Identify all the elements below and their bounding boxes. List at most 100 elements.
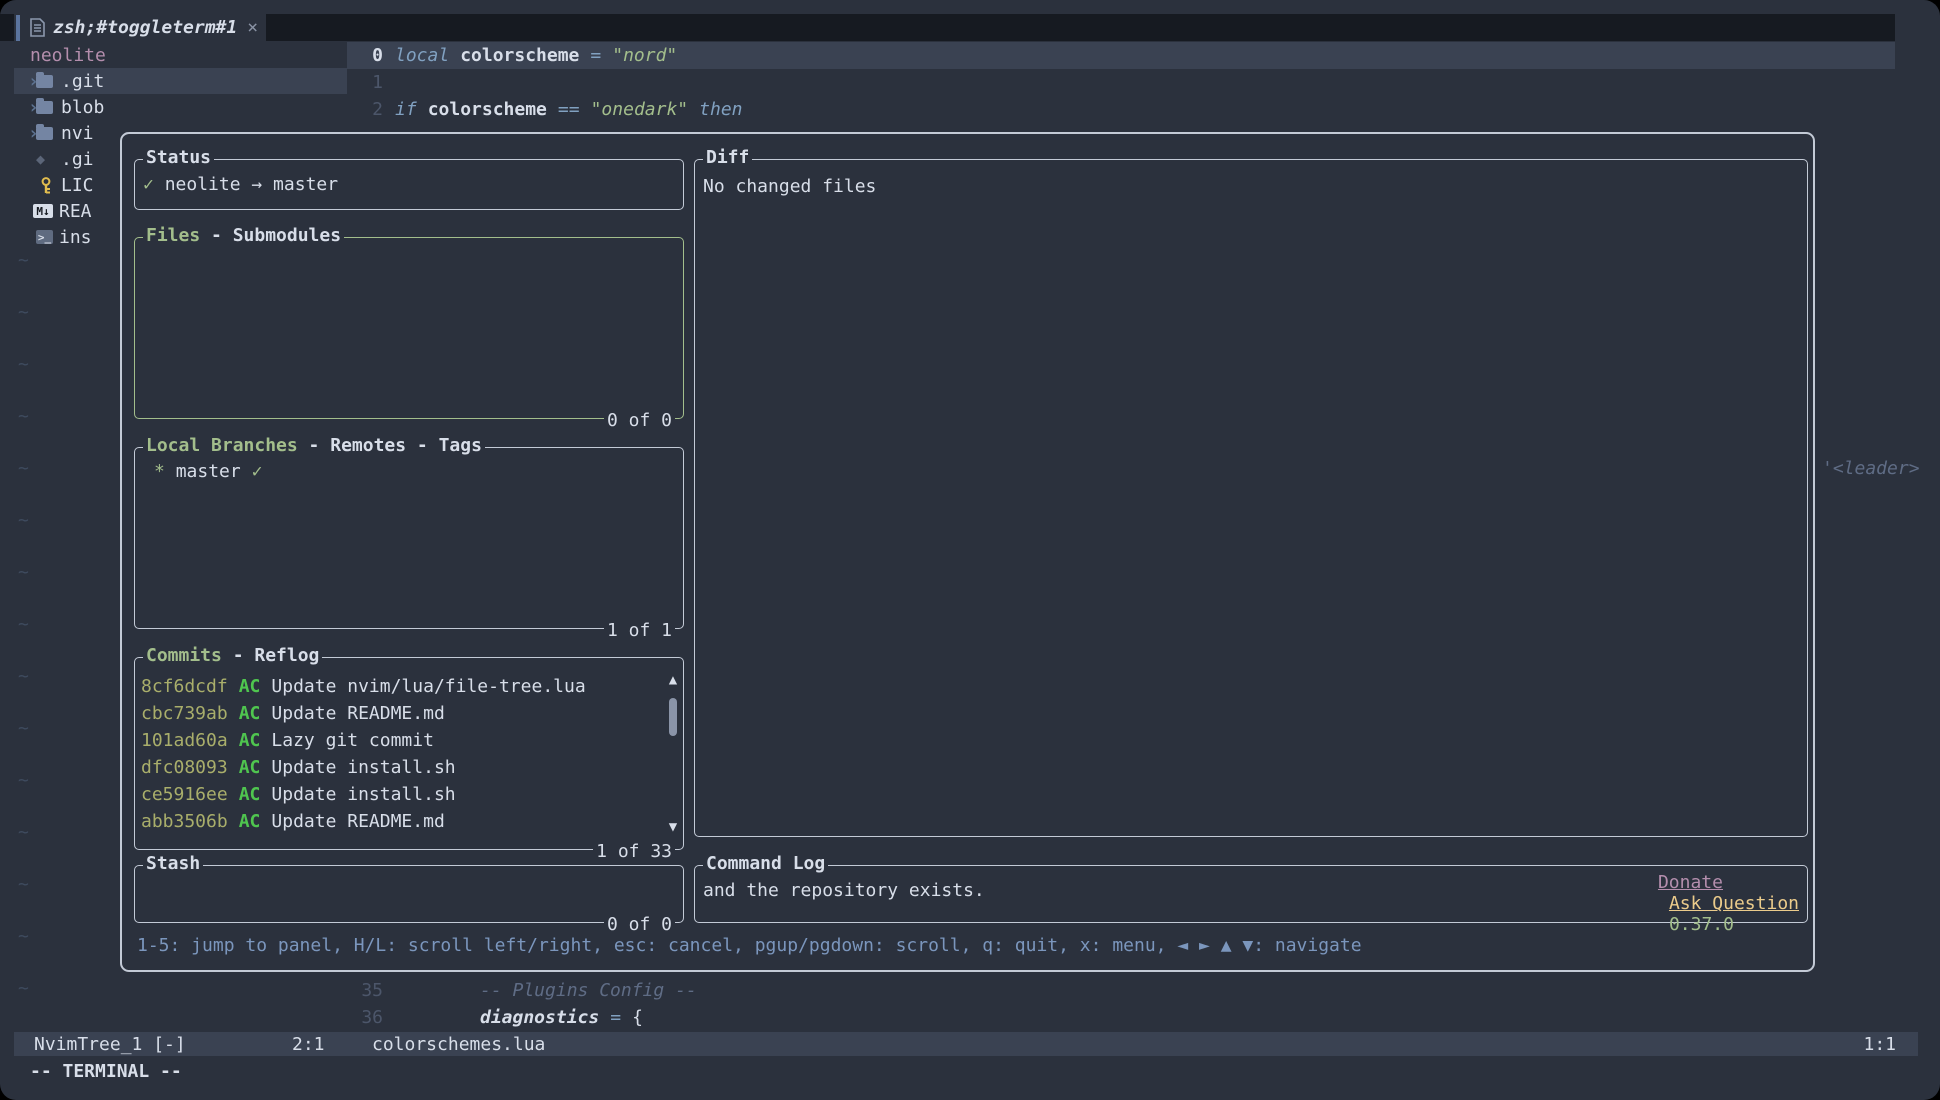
- tilde-marker: ~: [18, 510, 29, 536]
- commit-hash: 8cf6dcdf: [141, 676, 228, 697]
- tilde-marker: ~: [18, 562, 29, 588]
- tree-item-label: .git: [61, 71, 104, 92]
- tree-item-git-dir[interactable]: › .git: [14, 68, 347, 94]
- commit-message: Update install.sh: [271, 784, 455, 805]
- commits-count: 1 of 33: [593, 841, 675, 862]
- lazygit-version: 0.37.0: [1669, 914, 1734, 935]
- diff-panel[interactable]: Diff No changed files: [694, 159, 1808, 837]
- code-line-1[interactable]: 1: [347, 69, 1895, 96]
- code-line-35[interactable]: 35 -- Plugins Config --: [347, 977, 1895, 1004]
- tilde-marker: ~: [18, 718, 29, 744]
- lua-keyword: if: [395, 99, 417, 120]
- tree-item-label: nvi: [61, 123, 94, 144]
- files-tabs-rest[interactable]: - Submodules: [200, 225, 341, 246]
- active-tab-indicator: [16, 15, 20, 41]
- statusline-cursor-position: 1:1: [1863, 1034, 1896, 1055]
- ask-question-link[interactable]: Ask Question: [1669, 893, 1799, 914]
- commit-row[interactable]: ce5916ee AC Update install.sh: [141, 781, 659, 808]
- tab-close-icon[interactable]: ×: [247, 17, 258, 38]
- check-icon: ✓: [143, 174, 154, 195]
- branches-tabs-rest[interactable]: - Remotes - Tags: [298, 435, 482, 456]
- commit-author: AC: [239, 676, 261, 697]
- tab-zsh-toggleterm[interactable]: zsh;#toggleterm#1 ×: [14, 14, 266, 41]
- tree-item-label: .gi: [61, 149, 94, 170]
- tree-item-label: ins: [59, 227, 92, 248]
- branches-tab[interactable]: Local Branches: [146, 435, 298, 456]
- files-tab[interactable]: Files: [146, 225, 200, 246]
- terminal-window: zsh;#toggleterm#1 × neolite › .git › blo…: [0, 0, 1940, 1100]
- file-icon: [30, 18, 45, 37]
- tilde-marker: ~: [18, 666, 29, 692]
- lua-operator: =: [610, 1007, 621, 1028]
- status-panel[interactable]: Status ✓ neolite → master: [134, 159, 684, 210]
- lua-keyword: then: [699, 99, 742, 120]
- folder-icon: [36, 101, 53, 114]
- tab-title: zsh;#toggleterm#1: [53, 17, 237, 38]
- commit-hash: ce5916ee: [141, 784, 228, 805]
- tilde-marker: ~: [18, 302, 29, 328]
- keybind-help-bar: 1-5: jump to panel, H/L: scroll left/rig…: [137, 935, 1362, 956]
- markdown-icon: M↓: [33, 204, 53, 218]
- tilde-marker: ~: [18, 250, 29, 276]
- commit-row[interactable]: 101ad60aACLazy git commit: [141, 727, 659, 754]
- commits-tab[interactable]: Commits: [146, 645, 222, 666]
- commit-author: AC: [239, 784, 261, 805]
- mode-indicator: -- TERMINAL --: [30, 1058, 182, 1084]
- commit-author: AC: [239, 703, 261, 724]
- stash-panel-title[interactable]: Stash: [143, 853, 203, 874]
- commit-message: Update README.md: [271, 811, 444, 832]
- commit-message: Update nvim/lua/file-tree.lua: [271, 676, 585, 697]
- scroll-down-icon[interactable]: ▼: [665, 819, 681, 835]
- branches-panel[interactable]: Local Branches - Remotes - Tags * master…: [134, 447, 684, 629]
- files-panel[interactable]: Files - Submodules 0 of 0: [134, 237, 684, 419]
- commit-author: AC: [239, 730, 261, 751]
- commit-row[interactable]: 8cf6dcdf AC Update nvim/lua/file-tree.lua: [141, 673, 659, 700]
- commit-row[interactable]: dfc08093ACUpdate install.sh: [141, 754, 659, 781]
- tilde-marker: ~: [18, 822, 29, 848]
- tree-root-label: neolite: [14, 45, 106, 66]
- commit-row[interactable]: abb3506bACUpdate README.md: [141, 808, 659, 835]
- tree-item-label: blob: [61, 97, 104, 118]
- statusline-filename: colorschemes.lua: [372, 1034, 545, 1055]
- scrollbar-thumb[interactable]: [669, 698, 677, 736]
- lua-identifier: colorscheme: [460, 45, 579, 66]
- command-log-title[interactable]: Command Log: [703, 853, 828, 874]
- diff-content: No changed files: [695, 160, 1807, 200]
- tree-item-label: REA: [59, 201, 92, 222]
- commit-row[interactable]: cbc739abACUpdate README.md: [141, 700, 659, 727]
- line-number: 0: [347, 45, 395, 66]
- code-line-0[interactable]: 0 localcolorscheme="nord": [347, 42, 1895, 69]
- statusline-tree-position: 2:1: [292, 1034, 325, 1055]
- tilde-marker: ~: [18, 978, 29, 1004]
- lua-string: "nord": [612, 45, 677, 66]
- license-key-icon: [39, 177, 53, 194]
- line-number: 2: [347, 99, 395, 120]
- tilde-marker: ~: [18, 354, 29, 380]
- lua-string: "onedark": [591, 99, 689, 120]
- commit-message: Lazy git commit: [271, 730, 434, 751]
- lua-identifier: diagnostics: [480, 1007, 599, 1028]
- tilde-marker: ~: [18, 926, 29, 952]
- stash-panel[interactable]: Stash 0 of 0: [134, 865, 684, 923]
- tree-item-blob-dir[interactable]: › blob: [14, 94, 347, 120]
- commit-hash: dfc08093: [141, 757, 228, 778]
- donate-link[interactable]: Donate: [1658, 872, 1723, 893]
- status-panel-title[interactable]: Status: [143, 147, 214, 168]
- tilde-marker: ~: [18, 874, 29, 900]
- lua-operator: ==: [558, 99, 580, 120]
- status-branch-text: neolite → master: [165, 174, 338, 195]
- commits-panel[interactable]: Commits - Reflog 8cf6dcdfACUpdate nvim/l…: [134, 657, 684, 850]
- code-line-36[interactable]: 36 diagnostics={: [347, 1004, 1895, 1031]
- scroll-up-icon[interactable]: ▲: [665, 672, 681, 688]
- tree-root[interactable]: neolite: [14, 42, 347, 68]
- commits-scrollbar[interactable]: ▲ ▼: [665, 672, 681, 835]
- tilde-marker: ~: [18, 614, 29, 640]
- leader-code-fragment: '<leader>: [1822, 458, 1920, 484]
- diff-panel-title[interactable]: Diff: [703, 147, 752, 168]
- tilde-marker: ~: [18, 458, 29, 484]
- lua-identifier: colorscheme: [428, 99, 547, 120]
- chevron-right-icon: ›: [14, 97, 36, 118]
- tilde-marker: ~: [18, 406, 29, 432]
- code-line-2[interactable]: 2 if colorscheme == "onedark" then: [347, 96, 1895, 123]
- commits-tabs-rest[interactable]: - Reflog: [222, 645, 320, 666]
